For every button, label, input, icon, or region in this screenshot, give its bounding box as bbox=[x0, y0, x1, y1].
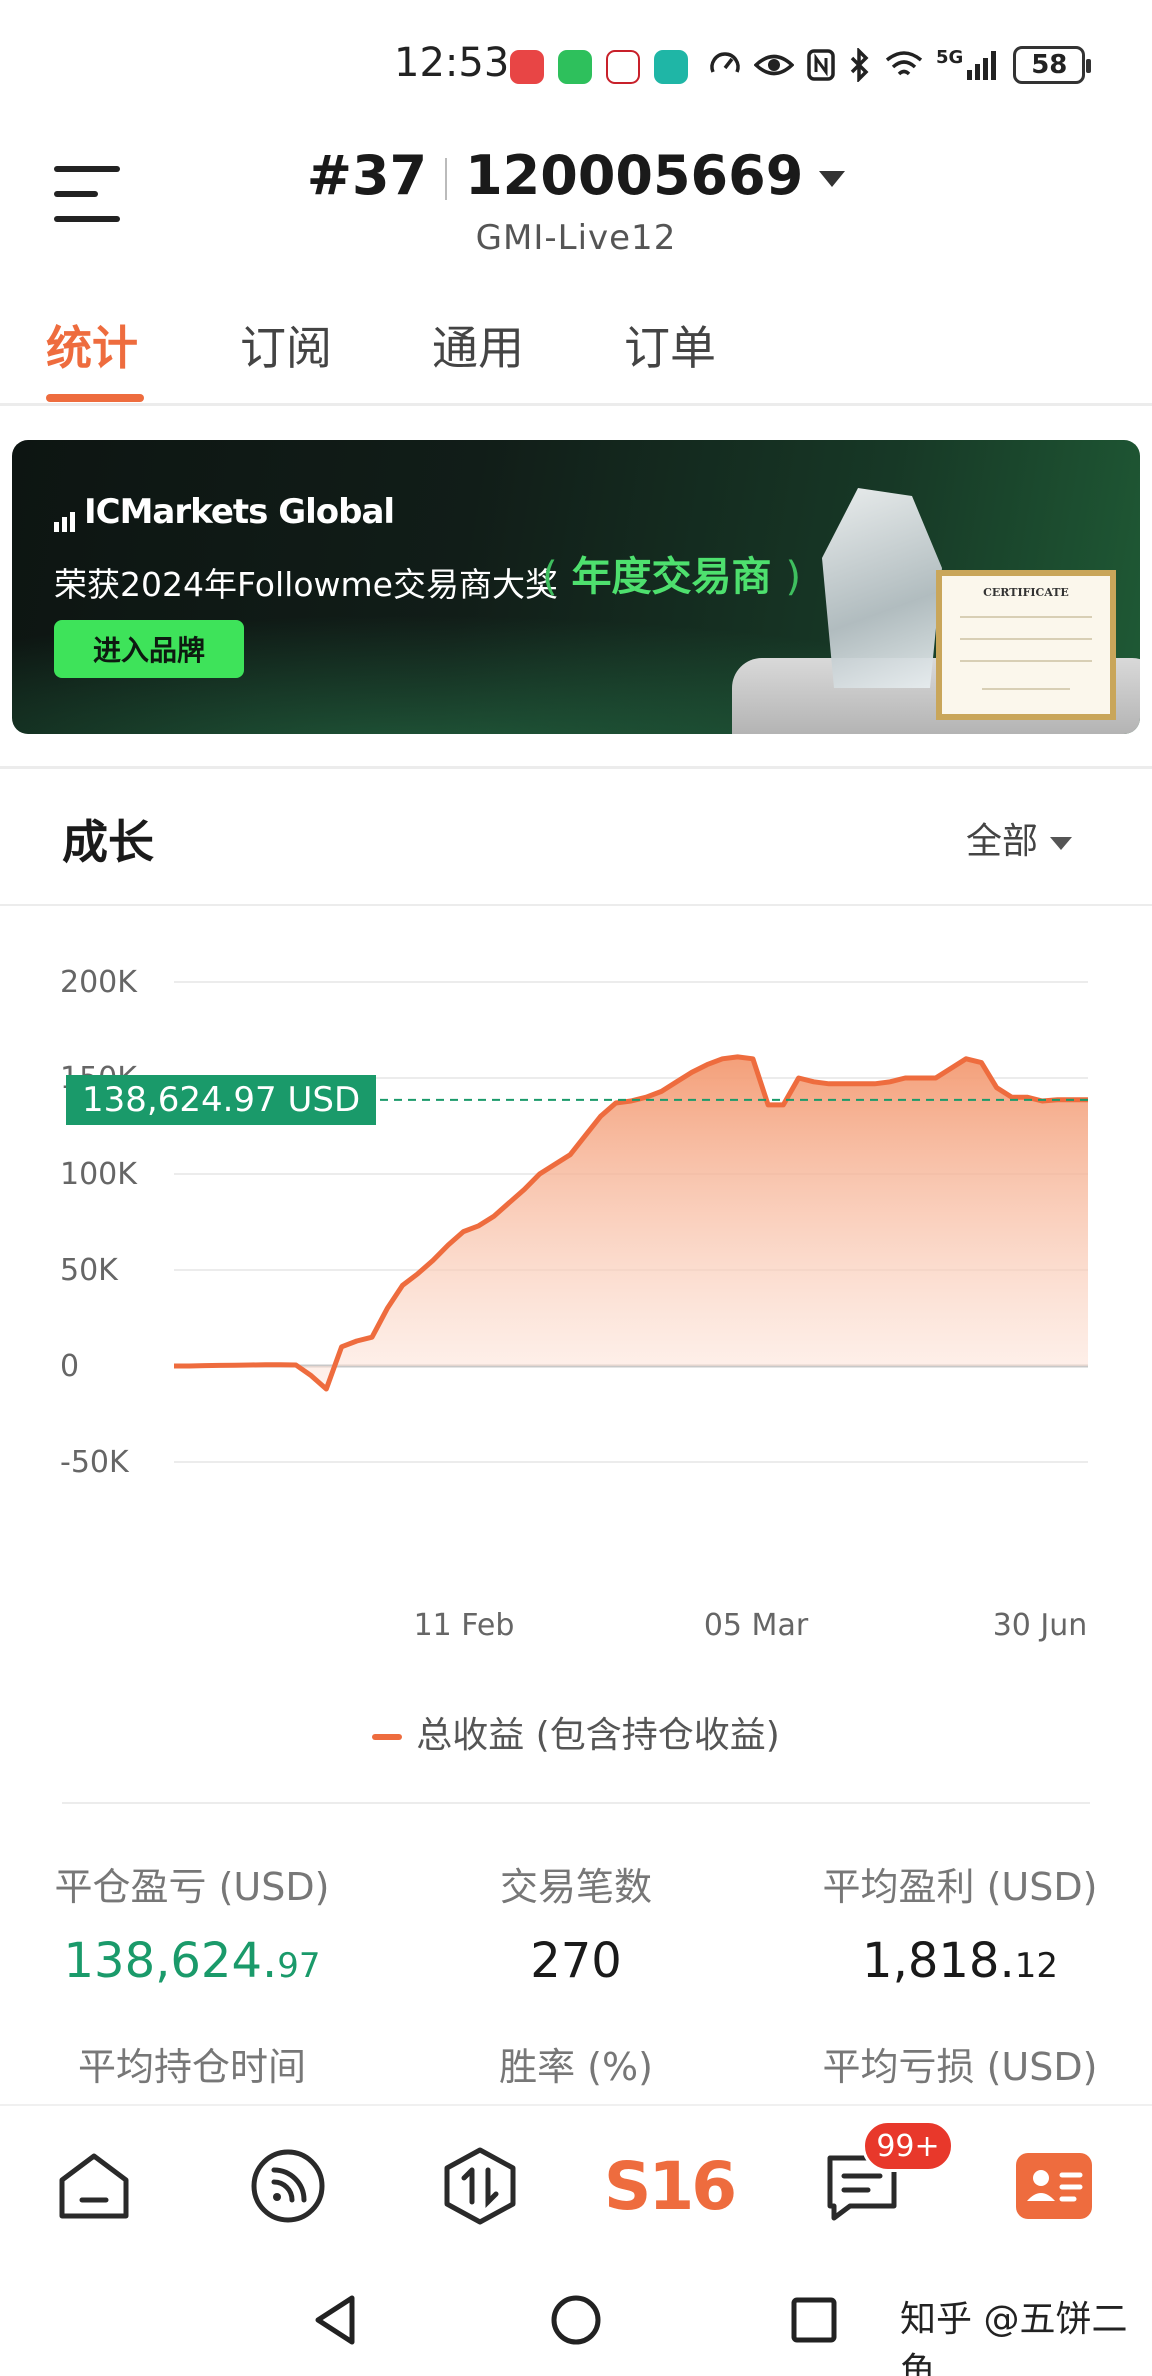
s16-logo[interactable]: S16 bbox=[604, 2146, 737, 2226]
x-tick-label: 30 Jun bbox=[993, 1608, 1088, 1643]
stat-avg-hold-time: 平均持仓时间 bbox=[0, 2036, 384, 2091]
stat-label: 平均持仓时间 bbox=[77, 2045, 306, 2089]
range-filter[interactable]: 全部 bbox=[966, 812, 1073, 864]
award-title: ( 年度交易商 ) bbox=[542, 554, 802, 600]
stat-value: 270 bbox=[530, 1933, 622, 1989]
speed-icon bbox=[710, 52, 740, 73]
y-tick-label: 100K bbox=[60, 1157, 138, 1192]
trophy-image bbox=[822, 488, 942, 688]
stat-trade-count: 交易笔数 270 bbox=[384, 1856, 768, 1989]
promo-banner[interactable]: ICMarkets Global 荣获2024年Followme交易商大奖 ( … bbox=[12, 440, 1140, 734]
legend-swatch bbox=[372, 1734, 403, 1740]
tab-general[interactable]: 通用 bbox=[432, 312, 524, 378]
chevron-down-icon bbox=[1050, 836, 1073, 850]
status-time: 12:53 bbox=[394, 40, 510, 86]
legend-label: 总收益 (包含持仓收益) bbox=[416, 1715, 780, 1756]
certificate-image: CERTIFICATE bbox=[936, 570, 1116, 720]
brand-bars-icon bbox=[54, 492, 78, 532]
growth-chart: 200K150K100K50K0-50K11 Feb05 Mar30 Jun 1… bbox=[0, 940, 1152, 1660]
home-icon[interactable] bbox=[54, 2146, 134, 2226]
x-tick-label: 05 Mar bbox=[704, 1608, 809, 1643]
tab-subscribe[interactable]: 订阅 bbox=[240, 312, 332, 378]
feed-icon[interactable] bbox=[248, 2146, 328, 2226]
section-divider bbox=[0, 766, 1152, 769]
bottom-nav: S16 99+ bbox=[0, 2104, 1152, 2264]
stat-value: 138,624.97 bbox=[63, 1933, 321, 1989]
signal-icon bbox=[967, 51, 997, 80]
growth-title: 成长 bbox=[62, 815, 154, 869]
chart-legend: 总收益 (包含持仓收益) bbox=[0, 1706, 1152, 1758]
app-header: #37 120005669 GMI-Live12 bbox=[0, 130, 1152, 270]
huawei-app-icon bbox=[510, 50, 544, 84]
stat-label: 平均盈利 (USD) bbox=[822, 1865, 1098, 1909]
server-name: GMI-Live12 bbox=[475, 218, 677, 258]
bank-app-icon bbox=[606, 50, 640, 84]
stat-avg-profit: 平均盈利 (USD) 1,818.12 bbox=[768, 1856, 1152, 1989]
account-rank: #37 bbox=[306, 144, 428, 207]
y-tick-label: -50K bbox=[60, 1445, 130, 1480]
nfc-icon bbox=[807, 49, 835, 81]
tab-orders[interactable]: 订单 bbox=[624, 312, 716, 378]
enter-brand-button[interactable]: 进入品牌 bbox=[54, 620, 244, 678]
watermark: 知乎 @五饼二鱼 bbox=[900, 2299, 1128, 2376]
trade-icon[interactable] bbox=[440, 2146, 520, 2226]
stat-label: 平仓盈亏 (USD) bbox=[54, 1865, 330, 1909]
stat-closed-pnl: 平仓盈亏 (USD) 138,624.97 bbox=[0, 1856, 384, 1989]
tab-statistics[interactable]: 统计 bbox=[46, 312, 138, 378]
stat-win-rate: 胜率 (%) bbox=[384, 2036, 768, 2091]
banner-headline: 荣获2024年Followme交易商大奖 bbox=[54, 565, 558, 604]
y-tick-label: 50K bbox=[60, 1253, 119, 1288]
wechat-icon bbox=[558, 50, 592, 84]
status-bar: 12:53 5G 58 bbox=[0, 0, 1152, 130]
home-circle-icon[interactable] bbox=[550, 2294, 602, 2346]
stat-label: 交易笔数 bbox=[499, 1865, 652, 1909]
system-status-icons: 5G 58 bbox=[708, 46, 1092, 84]
security-app-icon bbox=[654, 50, 688, 84]
y-tick-label: 200K bbox=[60, 965, 138, 1000]
brand-logo: ICMarkets Global bbox=[54, 492, 395, 532]
status-notification-icons bbox=[510, 50, 688, 84]
tab-bar: 统计 订阅 通用 订单 bbox=[0, 300, 1152, 406]
stat-value: 1,818.12 bbox=[862, 1933, 1058, 1989]
divider bbox=[445, 158, 448, 201]
stat-label: 平均亏损 (USD) bbox=[822, 2045, 1098, 2089]
x-tick-label: 11 Feb bbox=[414, 1608, 515, 1643]
unread-badge: 99+ bbox=[862, 2120, 954, 2172]
network-type: 5G bbox=[936, 46, 964, 68]
back-icon[interactable] bbox=[310, 2292, 360, 2348]
battery-indicator: 58 bbox=[1013, 46, 1092, 84]
stat-avg-loss: 平均亏损 (USD) bbox=[768, 2036, 1152, 2091]
divider bbox=[62, 1802, 1090, 1804]
growth-chart-svg: 200K150K100K50K0-50K11 Feb05 Mar30 Jun bbox=[60, 965, 1088, 1643]
stat-label: 胜率 (%) bbox=[499, 2045, 653, 2089]
active-tab-indicator bbox=[46, 394, 144, 402]
recents-icon[interactable] bbox=[790, 2296, 838, 2344]
section-divider bbox=[0, 904, 1152, 906]
wifi-icon bbox=[885, 51, 923, 76]
profile-icon[interactable] bbox=[1014, 2146, 1094, 2226]
chevron-down-icon bbox=[819, 171, 846, 188]
account-number: 120005669 bbox=[465, 144, 804, 207]
account-selector[interactable]: #37 120005669 bbox=[0, 144, 1152, 207]
eye-icon bbox=[754, 54, 794, 76]
y-tick-label: 0 bbox=[60, 1349, 79, 1384]
last-value-label: 138,624.97 USD bbox=[66, 1074, 377, 1125]
bluetooth-icon bbox=[850, 48, 869, 82]
